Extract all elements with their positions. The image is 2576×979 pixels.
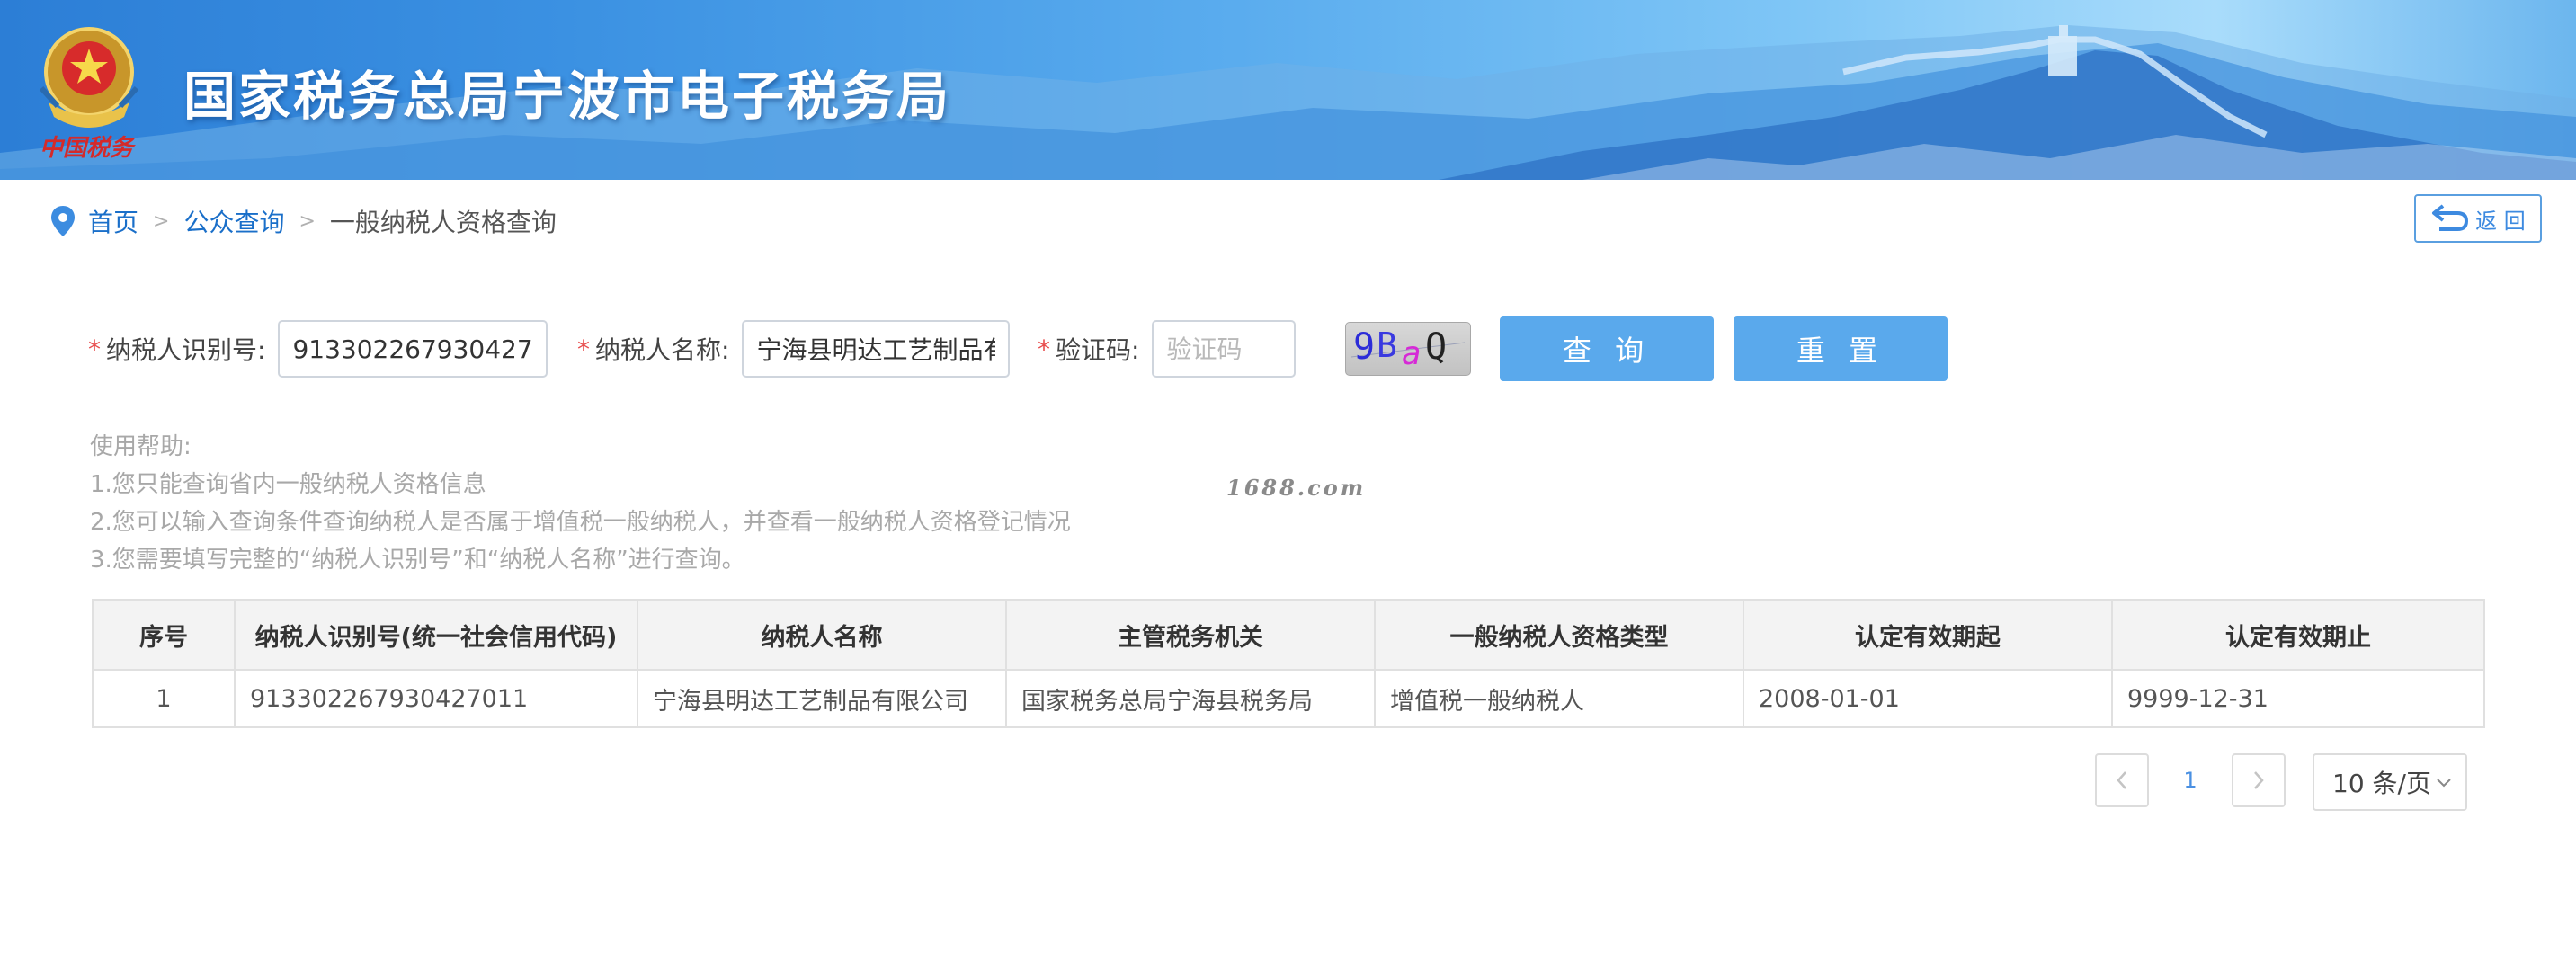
- table-cell: 增值税一般纳税人: [1374, 669, 1744, 728]
- captcha-input[interactable]: [1152, 320, 1297, 378]
- watermark-text: 1688.com: [1226, 475, 1367, 501]
- captcha-group: * 验证码:: [1038, 318, 1297, 379]
- column-header: 主管税务机关: [1005, 599, 1376, 671]
- help-line: 3.您需要填写完整的“纳税人识别号”和“纳税人名称”进行查询。: [90, 547, 745, 574]
- column-header: 纳税人名称: [637, 599, 1007, 671]
- site-title: 国家税务总局宁波市电子税务局: [183, 66, 952, 127]
- taxpayer-name-input[interactable]: [742, 320, 1011, 378]
- breadcrumb-separator: >: [153, 209, 170, 233]
- current-page[interactable]: 1: [2176, 753, 2205, 807]
- location-pin-icon: [51, 206, 75, 236]
- help-line: 1.您只能查询省内一般纳税人资格信息: [90, 471, 486, 498]
- emblem-caption: 中国税务: [40, 135, 134, 162]
- return-arrow-icon: [2432, 204, 2469, 231]
- help-title: 使用帮助:: [90, 433, 192, 460]
- prev-page-button[interactable]: [2095, 753, 2149, 807]
- taxpayer-id-group: * 纳税人识别号:: [88, 318, 548, 379]
- table-header-row: 序号 纳税人识别号(统一社会信用代码) 纳税人名称 主管税务机关 一般纳税人资格…: [92, 599, 2485, 671]
- captcha-char: 9: [1353, 326, 1375, 368]
- breadcrumb-home[interactable]: 首页: [88, 203, 138, 239]
- results-table: 序号 纳税人识别号(统一社会信用代码) 纳税人名称 主管税务机关 一般纳税人资格…: [92, 599, 2485, 728]
- taxpayer-name-group: * 纳税人名称:: [577, 318, 1011, 379]
- captcha-char: a: [1402, 335, 1422, 372]
- back-button[interactable]: 返 回: [2414, 194, 2542, 243]
- table-cell: 1: [92, 669, 236, 728]
- table-cell: 913302267930427011: [234, 669, 638, 728]
- table-row: 1 913302267930427011 宁海县明达工艺制品有限公司 国家税务总…: [92, 669, 2485, 728]
- chevron-right-icon: [2254, 771, 2264, 789]
- next-page-button[interactable]: [2232, 753, 2286, 807]
- page-size-select[interactable]: 10 条/页: [2313, 753, 2467, 811]
- taxpayer-id-input[interactable]: [278, 320, 548, 378]
- captcha-char: B: [1377, 325, 1397, 365]
- column-header: 一般纳税人资格类型: [1374, 599, 1744, 671]
- column-header: 纳税人识别号(统一社会信用代码): [234, 599, 638, 671]
- back-button-label: 返 回: [2475, 208, 2526, 234]
- table-cell: 2008-01-01: [1743, 669, 2113, 728]
- column-header: 认定有效期起: [1743, 599, 2113, 671]
- breadcrumb: 首页 > 公众查询 > 一般纳税人资格查询: [50, 203, 557, 239]
- header-banner: 中国税务 国家税务总局宁波市电子税务局: [0, 0, 2576, 180]
- required-mark: *: [88, 334, 101, 364]
- taxpayer-name-label: 纳税人名称:: [595, 335, 730, 365]
- usage-help: 使用帮助: 1.您只能查询省内一般纳税人资格信息 2.您可以输入查询条件查询纳税…: [90, 428, 1071, 579]
- column-header: 认定有效期止: [2111, 599, 2485, 671]
- query-button[interactable]: 查 询: [1500, 316, 1714, 381]
- table-cell: 国家税务总局宁海县税务局: [1005, 669, 1376, 728]
- taxpayer-id-label: 纳税人识别号:: [106, 335, 266, 365]
- column-header: 序号: [92, 599, 236, 671]
- chevron-left-icon: [2117, 771, 2126, 789]
- help-line: 2.您可以输入查询条件查询纳税人是否属于增值税一般纳税人，并查看一般纳税人资格登…: [90, 509, 1071, 536]
- required-mark: *: [577, 334, 590, 364]
- breadcrumb-current: 一般纳税人资格查询: [329, 208, 557, 237]
- required-mark: *: [1038, 334, 1050, 364]
- page-size-value: 10 条/页: [2332, 769, 2431, 798]
- breadcrumb-public-query[interactable]: 公众查询: [183, 203, 284, 239]
- breadcrumb-separator: >: [299, 209, 316, 233]
- captcha-char: Q: [1425, 326, 1447, 368]
- reset-button[interactable]: 重 置: [1734, 316, 1948, 381]
- captcha-image[interactable]: 9 B a Q: [1345, 322, 1471, 376]
- captcha-label: 验证码:: [1056, 335, 1140, 365]
- chevron-down-icon: [2437, 779, 2451, 788]
- table-cell: 9999-12-31: [2111, 669, 2485, 728]
- table-cell: 宁海县明达工艺制品有限公司: [637, 669, 1007, 728]
